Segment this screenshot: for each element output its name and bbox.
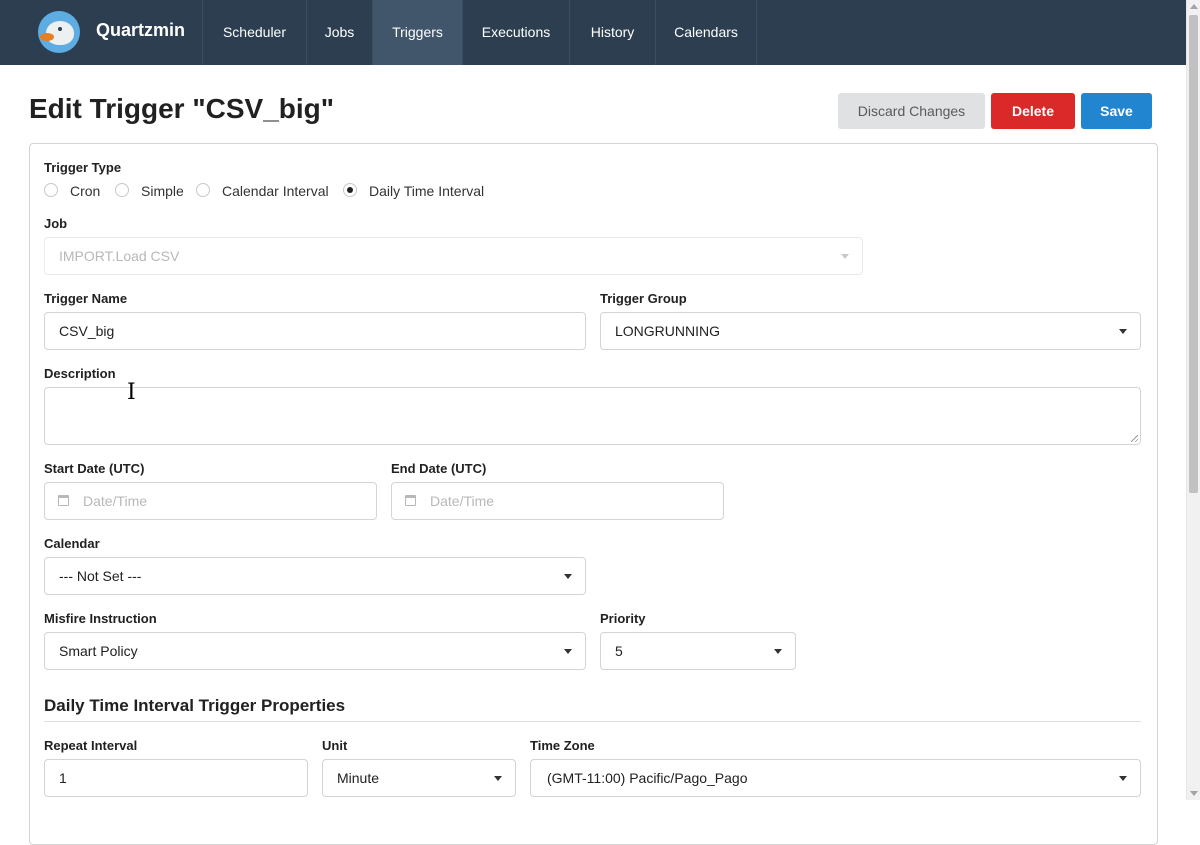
job-select-value: IMPORT.Load CSV [59, 248, 180, 264]
time-zone-label: Time Zone [530, 738, 595, 753]
resize-handle-icon[interactable] [1131, 435, 1138, 442]
repeat-interval-value: 1 [59, 770, 67, 786]
unit-value: Minute [337, 770, 380, 786]
priority-value: 5 [615, 643, 623, 659]
chevron-down-icon [564, 574, 572, 579]
job-label: Job [44, 216, 68, 231]
misfire-instruction-select[interactable]: Smart Policy [44, 632, 586, 670]
radio-daily-time-interval[interactable] [343, 183, 357, 197]
top-navbar: Quartzmin Scheduler Jobs Triggers Execut… [0, 0, 1186, 65]
priority-label: Priority [600, 611, 646, 626]
misfire-instruction-label: Misfire Instruction [44, 611, 157, 626]
page-title: Edit Trigger "CSV_big" [29, 93, 335, 124]
nav-executions[interactable]: Executions [462, 0, 569, 65]
chevron-down-icon [564, 649, 572, 654]
trigger-type-label: Trigger Type [44, 160, 122, 175]
calendar-icon[interactable] [58, 495, 69, 506]
page-scrollbar[interactable] [1186, 0, 1200, 800]
chevron-down-icon [494, 776, 502, 781]
radio-simple-label[interactable]: Simple [141, 183, 184, 199]
priority-select[interactable]: 5 [600, 632, 796, 670]
trigger-group-label: Trigger Group [600, 291, 687, 306]
repeat-interval-input[interactable]: 1 [44, 759, 308, 797]
description-label: Description [44, 366, 116, 381]
start-date-input[interactable]: Date/Time [44, 482, 377, 520]
nav-calendars[interactable]: Calendars [655, 0, 757, 65]
chevron-down-icon [841, 254, 849, 259]
section-divider [44, 721, 1141, 722]
discard-changes-button[interactable]: Discard Changes [838, 93, 985, 129]
nav-triggers[interactable]: Triggers [372, 0, 462, 65]
radio-calendar-interval[interactable] [196, 183, 210, 197]
unit-label: Unit [322, 738, 348, 753]
radio-calendar-interval-label[interactable]: Calendar Interval [222, 183, 329, 199]
calendar-icon[interactable] [405, 495, 416, 506]
delete-button[interactable]: Delete [991, 93, 1075, 129]
time-zone-select[interactable]: (GMT-11:00) Pacific/Pago_Pago [530, 759, 1141, 797]
misfire-instruction-value: Smart Policy [59, 643, 138, 659]
description-textarea[interactable] [44, 387, 1141, 445]
nav-jobs[interactable]: Jobs [306, 0, 372, 65]
trigger-name-value: CSV_big [59, 323, 115, 339]
text-cursor-icon: I [127, 380, 136, 405]
trigger-name-input[interactable]: CSV_big [44, 312, 586, 350]
time-zone-value: (GMT-11:00) Pacific/Pago_Pago [547, 770, 748, 786]
scroll-up-arrow-icon[interactable] [1190, 4, 1198, 9]
nav-scheduler[interactable]: Scheduler [202, 0, 306, 65]
end-date-input[interactable]: Date/Time [391, 482, 724, 520]
calendar-select[interactable]: --- Not Set --- [44, 557, 586, 595]
scroll-thumb[interactable] [1189, 15, 1198, 493]
scroll-down-arrow-icon[interactable] [1190, 791, 1198, 796]
radio-daily-time-interval-label[interactable]: Daily Time Interval [369, 183, 484, 199]
radio-cron[interactable] [44, 183, 58, 197]
start-date-label: Start Date (UTC) [44, 461, 145, 476]
nav-history[interactable]: History [569, 0, 655, 65]
trigger-group-select[interactable]: LONGRUNNING [600, 312, 1141, 350]
job-select: IMPORT.Load CSV [44, 237, 863, 275]
brand-name[interactable]: Quartzmin [96, 20, 185, 41]
end-date-placeholder: Date/Time [430, 493, 495, 509]
unit-select[interactable]: Minute [322, 759, 516, 797]
quartzmin-logo[interactable] [38, 11, 80, 53]
save-button[interactable]: Save [1081, 93, 1152, 129]
radio-simple[interactable] [115, 183, 129, 197]
calendar-label: Calendar [44, 536, 100, 551]
daily-section-title: Daily Time Interval Trigger Properties [44, 696, 346, 715]
calendar-select-value: --- Not Set --- [59, 568, 142, 584]
chevron-down-icon [774, 649, 782, 654]
start-date-placeholder: Date/Time [83, 493, 148, 509]
end-date-label: End Date (UTC) [391, 461, 487, 476]
trigger-name-label: Trigger Name [44, 291, 128, 306]
chevron-down-icon [1119, 329, 1127, 334]
repeat-interval-label: Repeat Interval [44, 738, 138, 753]
chevron-down-icon [1119, 776, 1127, 781]
trigger-group-value: LONGRUNNING [615, 323, 721, 339]
radio-cron-label[interactable]: Cron [70, 183, 100, 199]
